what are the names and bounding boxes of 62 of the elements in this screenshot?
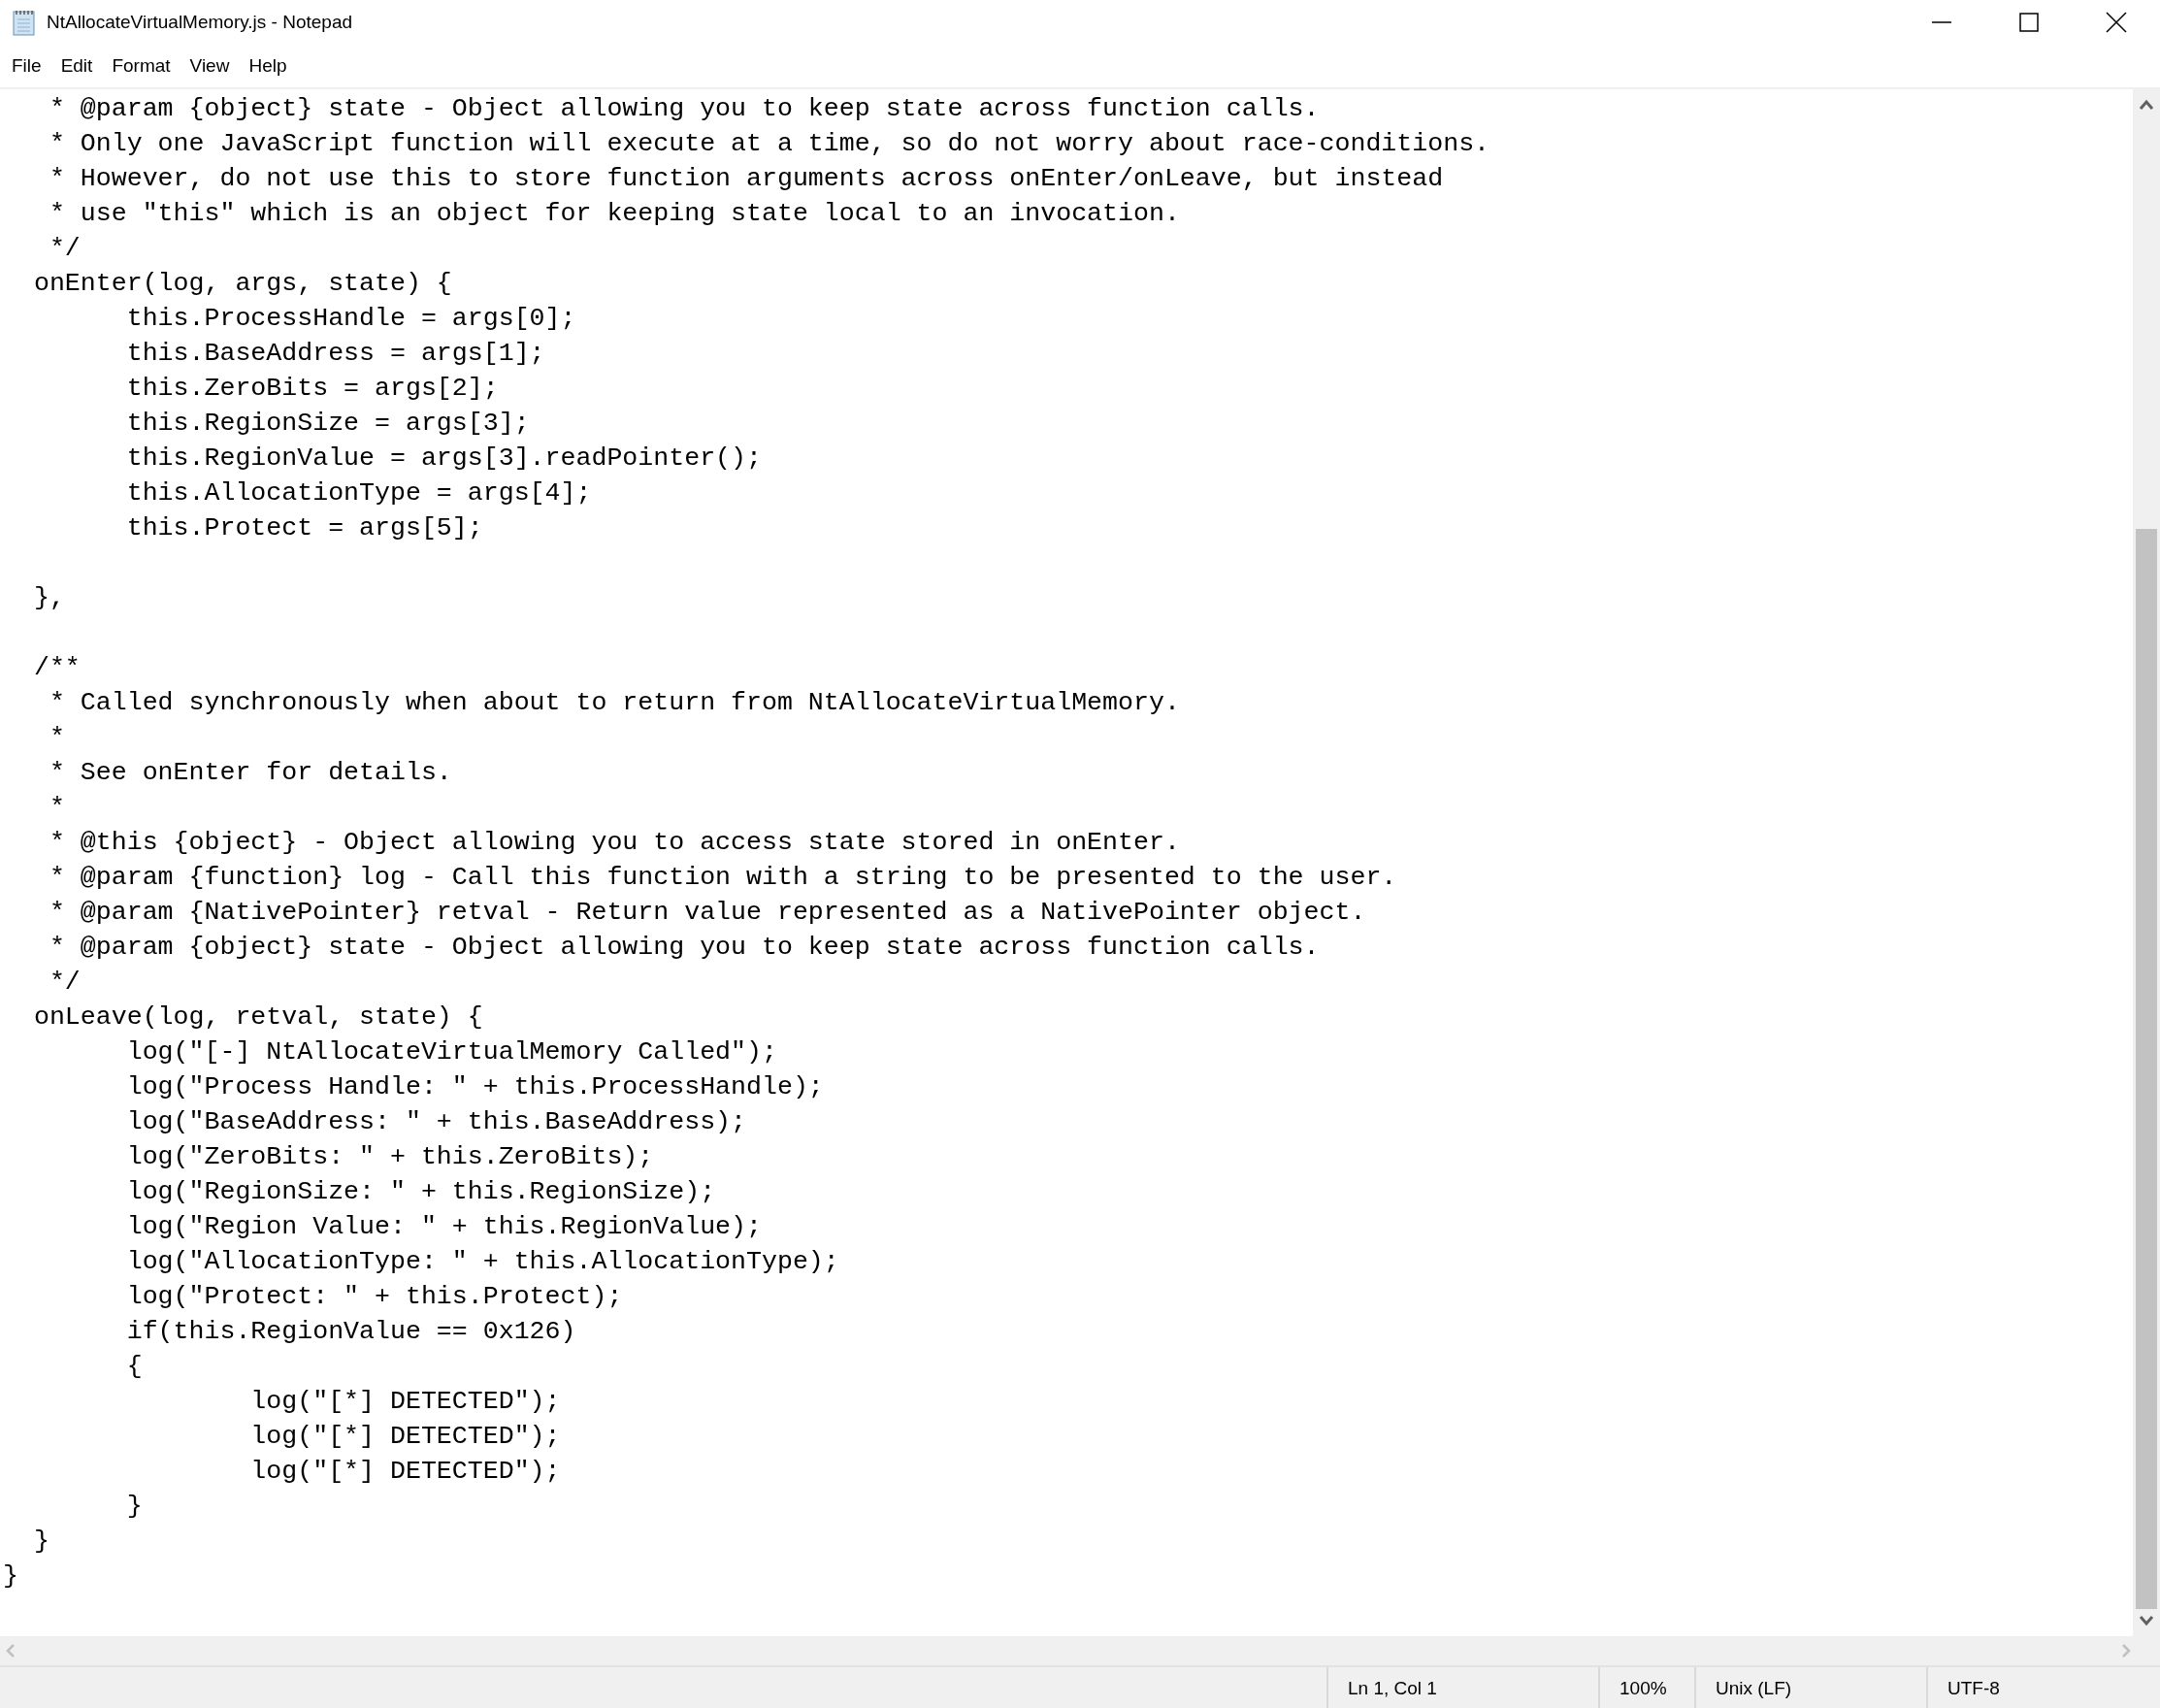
code-line: log("Protect: " + this.Protect); xyxy=(125,1281,623,1313)
minimize-icon xyxy=(1932,21,1951,23)
notepad-icon xyxy=(12,9,37,36)
code-line: log("RegionSize: " + this.RegionSize); xyxy=(125,1176,716,1208)
code-line: }, xyxy=(32,582,65,614)
scroll-down-icon[interactable] xyxy=(2139,1615,2154,1626)
code-line: } xyxy=(125,1491,143,1523)
code-line: log("[*] DETECTED"); xyxy=(249,1386,561,1418)
code-line: * Only one JavaScript function will execute at a time, so do not worry about race-conditions. xyxy=(48,128,1490,160)
code-line: this.RegionValue = args[3].readPointer(); xyxy=(125,443,762,475)
encoding: UTF-8 xyxy=(1947,1678,2000,1698)
code-line: * xyxy=(48,722,65,754)
code-line: this.ZeroBits = args[2]; xyxy=(125,373,499,405)
code-line: * use "this" which is an object for keeping state local to an invocation. xyxy=(48,198,1180,230)
code-line: * xyxy=(48,792,65,824)
code-line: } xyxy=(32,1526,49,1558)
code-line: } xyxy=(3,1560,18,1593)
line-ending: Unix (LF) xyxy=(1716,1678,1792,1698)
code-line: if(this.RegionValue == 0x126) xyxy=(125,1316,576,1348)
code-line: * @param {function} log - Call this function with a string to be presented to the user. xyxy=(48,862,1397,894)
menu-item[interactable]: File xyxy=(2,48,51,84)
code-line: log("Region Value: " + this.RegionValue); xyxy=(125,1211,762,1243)
code-line: log("ZeroBits: " + this.ZeroBits); xyxy=(125,1141,654,1173)
scroll-left-icon[interactable] xyxy=(6,1643,16,1659)
code-line: log("[*] DETECTED"); xyxy=(249,1456,561,1488)
menu-item[interactable]: Format xyxy=(102,48,180,84)
code-line: log("Process Handle: " + this.ProcessHandle); xyxy=(125,1071,824,1103)
code-line: log("BaseAddress: " + this.BaseAddress); xyxy=(125,1106,747,1138)
code-line: log("[-] NtAllocateVirtualMemory Called"); xyxy=(125,1036,777,1068)
scrollbar-thumb[interactable] xyxy=(2136,529,2157,1609)
code-line: this.AllocationType = args[4]; xyxy=(125,477,592,509)
code-line: /** xyxy=(32,652,81,684)
window-title: NtAllocateVirtualMemory.js - Notepad xyxy=(47,10,353,34)
code-line: * However, do not use this to store function arguments across onEnter/onLeave, but instead xyxy=(48,163,1444,195)
code-line: log("[*] DETECTED"); xyxy=(249,1421,561,1453)
code-line: * See onEnter for details. xyxy=(48,757,452,789)
code-line: onLeave(log, retval, state) { xyxy=(32,1002,483,1034)
code-line: this.ProcessHandle = args[0]; xyxy=(125,303,576,335)
close-icon xyxy=(2106,12,2127,33)
code-line: this.RegionSize = args[3]; xyxy=(125,408,530,440)
cursor-position: Ln 1, Col 1 xyxy=(1348,1678,1437,1698)
code-line: * @this {object} - Object allowing you to access state stored in onEnter. xyxy=(48,827,1180,859)
horizontal-scrollbar[interactable] xyxy=(0,1636,2160,1667)
code-line: * @param {object} state - Object allowing you to keep state across function calls. xyxy=(48,93,1320,125)
code-line: this.BaseAddress = args[1]; xyxy=(125,338,545,370)
code-line: * @param {NativePointer} retval - Return value represented as a NativePointer object. xyxy=(48,897,1366,929)
code-line: */ xyxy=(48,233,81,265)
code-line: this.Protect = args[5]; xyxy=(125,512,483,544)
scroll-up-icon[interactable] xyxy=(2139,99,2154,111)
vertical-scrollbar[interactable] xyxy=(2133,89,2160,1636)
zoom-level: 100% xyxy=(1620,1678,1667,1698)
code-line: */ xyxy=(48,967,81,999)
code-line: * @param {object} state - Object allowing you to keep state across function calls. xyxy=(48,932,1320,964)
code-line: onEnter(log, args, state) { xyxy=(32,268,452,300)
code-line: { xyxy=(125,1351,143,1383)
maximize-icon xyxy=(2019,13,2039,32)
menu-item[interactable]: Help xyxy=(239,48,297,84)
code-line: log("AllocationType: " + this.AllocationType); xyxy=(125,1246,839,1278)
code-line: * Called synchronously when about to return from NtAllocateVirtualMemory. xyxy=(48,687,1180,719)
menu-item[interactable]: View xyxy=(180,48,240,84)
scroll-right-icon[interactable] xyxy=(2121,1643,2131,1659)
menu-item[interactable]: Edit xyxy=(50,48,103,84)
